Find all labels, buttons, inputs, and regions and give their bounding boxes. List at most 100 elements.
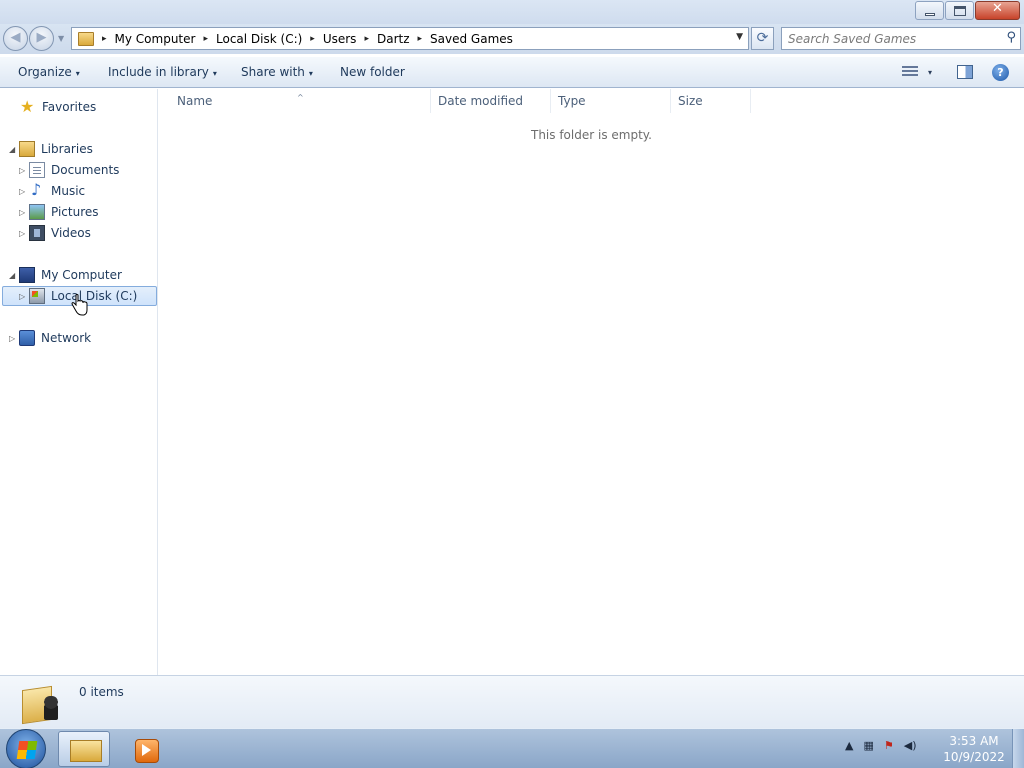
column-label: Name [177, 94, 213, 108]
back-arrow-icon: ◀ [10, 30, 21, 45]
nav-item-music[interactable]: ▷ Music [19, 180, 86, 201]
breadcrumb-separator[interactable]: ▸ [364, 34, 369, 44]
libraries-icon [19, 141, 35, 157]
column-label: Type [558, 94, 586, 108]
action-center-flag-icon[interactable]: ⚑ [884, 739, 894, 752]
sort-ascending-icon: ^ [297, 93, 304, 102]
share-with-label: Share with [241, 65, 305, 79]
nav-label: Pictures [51, 205, 99, 219]
file-list[interactable]: Name ^ Date modified Type Size This fold… [159, 89, 1024, 675]
breadcrumb-saved-games[interactable]: Saved Games [430, 32, 513, 46]
nav-label: Network [41, 331, 92, 345]
new-folder-button[interactable]: New folder [340, 65, 405, 79]
nav-item-favorites[interactable]: Favorites [20, 97, 96, 117]
hand-pointer-icon [70, 294, 88, 316]
breadcrumb-my-computer[interactable]: My Computer [115, 32, 196, 46]
column-header-date-modified[interactable]: Date modified [431, 89, 551, 113]
nav-item-videos[interactable]: ▷ Videos [19, 223, 91, 243]
breadcrumb-separator[interactable]: ▸ [418, 34, 423, 44]
nav-item-libraries[interactable]: ◢ Libraries [9, 139, 93, 159]
computer-icon [19, 267, 35, 283]
close-icon: ✕ [992, 1, 1003, 16]
nav-item-my-computer[interactable]: ◢ My Computer [9, 265, 122, 285]
search-input[interactable] [788, 28, 998, 49]
breadcrumb-separator[interactable]: ▸ [203, 34, 208, 44]
nav-label: Music [51, 184, 86, 198]
details-pane: 0 items [0, 675, 1024, 728]
minimize-icon [925, 13, 935, 16]
taskbar-media-player-button[interactable] [120, 731, 172, 767]
expanded-arrow-icon[interactable]: ◢ [9, 145, 19, 154]
refresh-button[interactable]: ⟳ [751, 27, 774, 50]
documents-icon [29, 162, 45, 178]
minimize-button[interactable] [915, 1, 944, 20]
column-header-size[interactable]: Size [671, 89, 751, 113]
collapsed-arrow-icon[interactable]: ▷ [9, 334, 19, 343]
forward-arrow-icon: ▶ [36, 30, 47, 45]
maximize-button[interactable] [945, 1, 974, 20]
back-button[interactable]: ◀ [3, 26, 28, 51]
column-header-type[interactable]: Type [551, 89, 671, 113]
folder-icon [78, 31, 94, 46]
nav-item-pictures[interactable]: ▷ Pictures [19, 202, 99, 222]
navigation-pane: Favorites ◢ Libraries ▷ Documents ▷ Musi… [0, 89, 158, 675]
column-header-name[interactable]: Name ^ [159, 89, 431, 113]
chevron-down-icon: ▾ [75, 69, 80, 78]
address-dropdown-icon[interactable]: ▼ [736, 32, 743, 42]
nav-item-documents[interactable]: ▷ Documents [19, 160, 119, 180]
forward-button[interactable]: ▶ [29, 26, 54, 51]
chevron-down-icon: ▾ [212, 69, 217, 78]
view-options-dropdown[interactable]: ▾ [928, 68, 932, 77]
share-with-button[interactable]: Share with ▾ [241, 65, 313, 79]
hard-disk-icon [29, 288, 45, 304]
star-icon [20, 97, 36, 116]
collapsed-arrow-icon[interactable]: ▷ [19, 292, 29, 301]
taskbar: ▲ ▦ ⚑ ◀) 3:53 AM 10/9/2022 [0, 728, 1024, 768]
volume-icon[interactable]: ◀) [904, 739, 917, 752]
expanded-arrow-icon[interactable]: ◢ [9, 271, 19, 280]
recent-pages-dropdown[interactable]: ▼ [58, 34, 64, 43]
taskbar-explorer-button[interactable] [58, 731, 110, 767]
help-icon[interactable]: ? [992, 64, 1009, 81]
nav-item-network[interactable]: ▷ Network [9, 328, 91, 348]
search-box[interactable]: ⚲ [781, 27, 1021, 50]
breadcrumb-local-disk[interactable]: Local Disk (C:) [216, 32, 302, 46]
breadcrumb-users[interactable]: Users [323, 32, 357, 46]
column-label: Date modified [438, 94, 524, 108]
organize-label: Organize [18, 65, 72, 79]
nav-label: My Computer [41, 268, 122, 282]
refresh-icon: ⟳ [756, 30, 769, 46]
breadcrumb-separator[interactable]: ▸ [102, 34, 107, 44]
start-button[interactable] [6, 729, 46, 768]
preview-pane-icon[interactable] [957, 65, 973, 79]
change-view-icon[interactable] [902, 66, 918, 78]
include-in-library-label: Include in library [108, 65, 209, 79]
breadcrumb-separator[interactable]: ▸ [310, 34, 315, 44]
search-icon[interactable]: ⚲ [1006, 30, 1016, 45]
network-icon [19, 330, 35, 346]
nav-label: Libraries [41, 142, 93, 156]
collapsed-arrow-icon[interactable]: ▷ [19, 166, 29, 175]
show-hidden-icons-icon[interactable]: ▲ [845, 739, 853, 752]
clock-date: 10/9/2022 [943, 750, 1005, 764]
organize-button[interactable]: Organize ▾ [18, 65, 80, 79]
address-bar[interactable]: ▸ My Computer ▸ Local Disk (C:) ▸ Users … [71, 27, 749, 50]
music-icon [29, 180, 45, 199]
include-in-library-button[interactable]: Include in library ▾ [108, 65, 217, 79]
empty-folder-message: This folder is empty. [531, 128, 652, 142]
chevron-down-icon: ▾ [308, 69, 313, 78]
clock[interactable]: 3:53 AM 10/9/2022 [938, 733, 1010, 765]
restore-icon [954, 6, 966, 16]
collapsed-arrow-icon[interactable]: ▷ [19, 187, 29, 196]
nav-label: Videos [51, 226, 91, 240]
column-label: Size [678, 94, 703, 108]
close-button[interactable]: ✕ [975, 1, 1020, 20]
videos-icon [29, 225, 45, 241]
pictures-icon [29, 204, 45, 220]
collapsed-arrow-icon[interactable]: ▷ [19, 208, 29, 217]
nav-label: Local Disk (C:) [51, 289, 138, 303]
collapsed-arrow-icon[interactable]: ▷ [19, 229, 29, 238]
network-status-icon[interactable]: ▦ [863, 739, 873, 752]
breadcrumb-dartz[interactable]: Dartz [377, 32, 410, 46]
show-desktop-button[interactable] [1012, 729, 1024, 768]
